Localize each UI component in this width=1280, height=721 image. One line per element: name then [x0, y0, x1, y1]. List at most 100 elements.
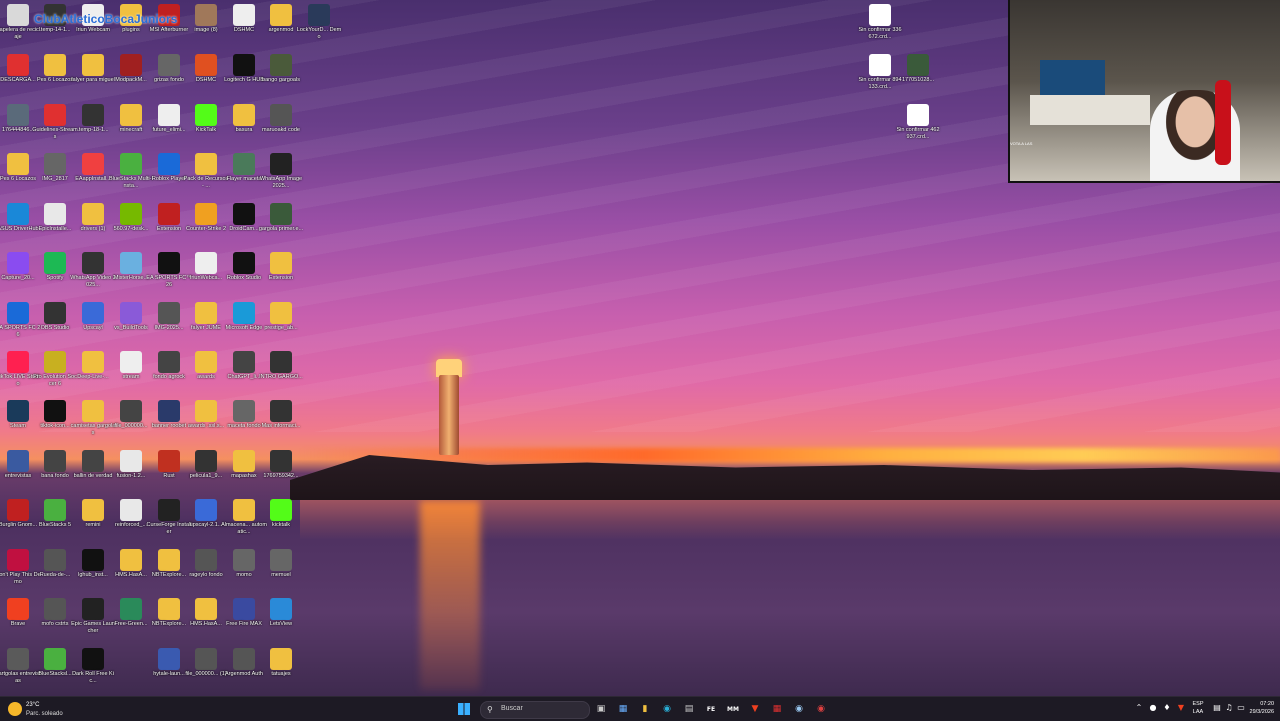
network-icon[interactable]: ▤ — [1212, 703, 1222, 713]
desktop-icon-image — [270, 153, 292, 175]
taskbar: 23°C Parc. soleado ⚲ Buscar ▣ ▦ ▮ ◉ ▤ FE… — [0, 696, 1280, 721]
desktop-icon[interactable]: WhatsApp Image 2025... — [258, 151, 304, 201]
brave-icon[interactable]: ▼ — [746, 700, 764, 718]
widgets-icon[interactable]: ▦ — [614, 700, 632, 718]
desktop-icon-image — [120, 252, 142, 274]
desktop-icon-image — [270, 203, 292, 225]
desktop-icon-image — [120, 450, 142, 472]
desktop-icon-image — [7, 4, 29, 26]
file-explorer-icon[interactable]: ▮ — [636, 700, 654, 718]
desktop-icon[interactable]: LockYourD... Demo — [296, 2, 342, 52]
desktop-icon-label: WhatsApp Image 2025... — [259, 176, 303, 189]
desktop-icon[interactable]: Dark Roll Free Kic... — [70, 646, 116, 696]
desktop-icon-image — [82, 302, 104, 324]
desktop-icon-image — [158, 153, 180, 175]
desktop-icon[interactable]: INTRO GARGO... — [258, 349, 304, 399]
desktop-icon-image — [270, 598, 292, 620]
search-box[interactable]: ⚲ Buscar — [480, 701, 590, 719]
desktop-icon-image — [44, 104, 66, 126]
desktop-icon-image — [7, 598, 29, 620]
desktop-icon[interactable]: maruoakd code — [258, 102, 304, 152]
desktop-icon[interactable]: bango gargoals — [258, 52, 304, 102]
calculator-icon[interactable]: ▤ — [680, 700, 698, 718]
desktop-icon-image — [82, 153, 104, 175]
desktop-icon-image — [195, 351, 217, 373]
desktop-icon-image — [270, 400, 292, 422]
edge-icon[interactable]: ◉ — [658, 700, 676, 718]
desktop-icon-image — [158, 252, 180, 274]
desktop-icon-image — [158, 648, 180, 670]
language-indicator[interactable]: ESP LAA — [1190, 699, 1208, 719]
pdf-app-icon[interactable]: ▦ — [768, 700, 786, 718]
clock-date: 29/3/2026 — [1249, 709, 1274, 715]
desktop-icon-image — [233, 54, 255, 76]
desktop-icon-label: Mas informaci... — [261, 423, 301, 429]
desktop-icon-image — [195, 54, 217, 76]
desktop-icon-label: kicktalk — [271, 522, 291, 528]
brave-tray-icon[interactable]: ▼ — [1176, 703, 1186, 713]
desktop-icon-image — [195, 104, 217, 126]
desktop-icon-image — [233, 153, 255, 175]
desktop-icon[interactable]: prestige_ab... — [258, 300, 304, 350]
desktop-icon-image — [120, 499, 142, 521]
app-tray-icon[interactable]: ● — [1148, 703, 1158, 713]
desktop-icon-image — [195, 4, 217, 26]
task-view-icon[interactable]: ▣ — [592, 700, 610, 718]
lighthouse — [430, 355, 468, 455]
desktop-icon-image — [44, 450, 66, 472]
desktop-icon[interactable]: LetsView — [258, 596, 304, 646]
desktop-icon-image — [233, 648, 255, 670]
desktop-icon-image — [7, 104, 29, 126]
desktop-icon-label: prestige_ab... — [264, 325, 298, 331]
msi-app-icon[interactable]: MM — [724, 700, 742, 718]
start-button[interactable] — [455, 700, 473, 718]
desktop-icon-image — [44, 54, 66, 76]
desktop-icon-image — [7, 450, 29, 472]
desktop-icon-image — [44, 252, 66, 274]
desktop-icon[interactable]: Sin confirmar 462937.crd... — [895, 102, 941, 152]
desktop-icon-image — [158, 302, 180, 324]
desktop-icon-image — [120, 302, 142, 324]
desktop-icon-image — [270, 450, 292, 472]
desktop-icon-image — [120, 104, 142, 126]
lighthouse-reflection — [420, 500, 480, 690]
desktop-icon-image — [195, 450, 217, 472]
desktop-icon-image — [195, 252, 217, 274]
desktop-icon[interactable]: 177051028... — [895, 52, 941, 102]
lighthouse-tower — [439, 375, 459, 455]
obs-icon[interactable]: ◉ — [812, 700, 830, 718]
desktop-icon-image — [233, 450, 255, 472]
desktop-icon-label: Extension — [268, 275, 294, 281]
chevron-up-icon[interactable]: ⌃ — [1134, 703, 1144, 713]
clock[interactable]: 07:20 29/3/2026 — [1238, 699, 1276, 719]
fe-app-icon[interactable]: FE — [702, 700, 720, 718]
desktop-icon[interactable]: 1769759342... — [258, 448, 304, 498]
desktop-icon-image — [158, 54, 180, 76]
desktop-icon-image — [82, 648, 104, 670]
usb-icon[interactable]: ♦ — [1162, 703, 1172, 713]
weather-desc: Parc. soleado — [26, 711, 63, 717]
desktop-icon-image — [44, 351, 66, 373]
desktop-icon[interactable]: kicktalk — [258, 497, 304, 547]
desktop-icon[interactable]: Mas informaci... — [258, 398, 304, 448]
desktop-icon-label: gargola primer.e... — [258, 226, 304, 232]
desktop-icon-image — [44, 499, 66, 521]
cam-overlay-text: VOTA A LAS — [1010, 141, 1033, 146]
desktop-icon[interactable]: tatuajes — [258, 646, 304, 696]
desktop-icon[interactable]: Extension — [258, 250, 304, 300]
desktop-icon-image — [7, 351, 29, 373]
desktop-icon-image — [82, 499, 104, 521]
desktop-icon-image — [7, 648, 29, 670]
desktop-icon[interactable]: memuel — [258, 547, 304, 597]
desktop-icon[interactable]: gargola primer.e... — [258, 201, 304, 251]
volume-icon[interactable]: ♫ — [1224, 703, 1234, 713]
desktop-icon-image — [7, 400, 29, 422]
desktop-icon-image — [869, 4, 891, 26]
desktop-icon-image — [44, 153, 66, 175]
desktop-icon[interactable]: Sin confirmar 336672.crd... — [857, 2, 903, 52]
steam-icon[interactable]: ◉ — [790, 700, 808, 718]
desktop-icon-image — [82, 598, 104, 620]
desktop-icon-image — [270, 4, 292, 26]
desktop-icon-image — [158, 400, 180, 422]
desktop-icon-label: memuel — [271, 572, 291, 578]
